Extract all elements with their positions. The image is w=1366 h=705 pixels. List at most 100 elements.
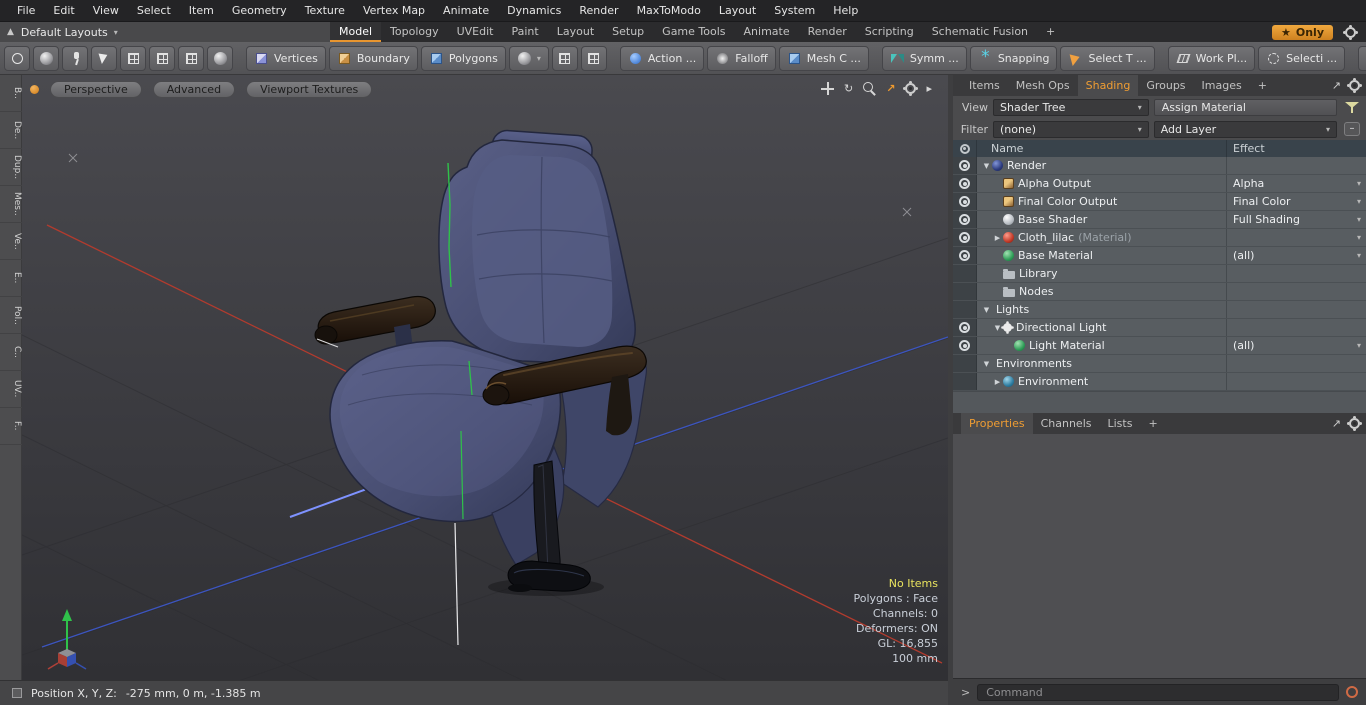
menu-layout[interactable]: Layout [710,0,765,22]
vstrip-tab-6[interactable]: E.. [0,260,22,297]
viewport-gear-icon[interactable] [905,83,917,94]
default-layouts-dropdown[interactable]: Default Layouts ▾ [21,26,118,39]
tab-add-properties[interactable]: + [1140,413,1165,434]
effect-dropdown-icon[interactable]: ▾ [1357,341,1361,350]
tab-properties[interactable]: Properties [961,413,1033,434]
tab-images[interactable]: Images [1194,75,1250,96]
eye-icon[interactable] [959,232,970,243]
pin-tool-button[interactable] [62,45,88,71]
gear-icon[interactable] [1345,26,1356,38]
assign-material-button[interactable]: Assign Material [1153,98,1337,116]
eye-icon[interactable] [959,250,970,261]
expand-arrow-icon[interactable]: ▼ [992,324,1003,332]
menu-edit[interactable]: Edit [44,0,83,22]
tree-row-base-material[interactable]: Base Material (all) ▾ [953,247,1366,265]
effect-dropdown-icon[interactable]: ▾ [1357,233,1361,242]
effect-dropdown-icon[interactable]: ▾ [1357,197,1361,206]
preset-view-button-1[interactable] [551,45,578,71]
eye-icon[interactable] [959,340,970,351]
command-input[interactable] [977,683,1339,701]
ellipse-tool-button[interactable] [4,45,30,71]
falloff-button[interactable]: Falloff [707,45,776,71]
tree-row-light-material[interactable]: Light Material (all) ▾ [953,337,1366,355]
action-center-button[interactable]: Action ... [619,45,705,71]
menu-maxtomodo[interactable]: MaxToModo [628,0,710,22]
pan-icon[interactable] [821,82,835,95]
vstrip-tab-3[interactable]: Dup.. [0,149,22,186]
menu-vertex-map[interactable]: Vertex Map [354,0,434,22]
tab-items[interactable]: Items [961,75,1008,96]
menu-geometry[interactable]: Geometry [223,0,296,22]
layout-up-icon[interactable]: ▲ [7,27,14,37]
tab-lists[interactable]: Lists [1100,413,1141,434]
symmetry-button[interactable]: Symm ... [881,45,967,71]
boundary-mode-button[interactable]: Boundary [328,45,418,71]
tab-scripting[interactable]: Scripting [856,22,923,42]
menu-help[interactable]: Help [824,0,867,22]
visibility-toggle[interactable] [953,157,977,174]
tree-row-lights[interactable]: ▼ Lights [953,301,1366,319]
maximize-icon[interactable]: ↗ [886,82,895,95]
tree-row-render[interactable]: ▼ Render [953,157,1366,175]
menu-animate[interactable]: Animate [434,0,498,22]
work-plane-button[interactable]: Work Pl... [1167,45,1256,71]
viewport-textures-button[interactable]: Viewport Textures [246,81,373,98]
preset-view-button-2[interactable] [580,45,607,71]
tab-game-tools[interactable]: Game Tools [653,22,734,42]
polygons-mode-button[interactable]: Polygons [420,45,506,71]
panel-gear-icon[interactable] [1349,418,1360,429]
tab-render[interactable]: Render [799,22,856,42]
tab-uvedit[interactable]: UVEdit [448,22,503,42]
tree-row-nodes[interactable]: Nodes [953,283,1366,301]
select-through-button[interactable]: Select T ... [1060,45,1155,71]
add-layer-dropdown[interactable]: Add Layer ▾ [1153,120,1337,138]
visibility-toggle[interactable] [953,193,977,210]
tree-row-alpha-output[interactable]: Alpha Output Alpha ▾ [953,175,1366,193]
visibility-toggle[interactable] [953,229,977,246]
tab-setup[interactable]: Setup [603,22,653,42]
vstrip-tab-1[interactable]: B.. [0,75,22,112]
expand-arrow-icon[interactable]: ▼ [981,162,992,170]
rotate-icon[interactable]: ↻ [844,82,853,95]
panel-gear-icon[interactable] [1349,80,1360,91]
grid-tool-button-1[interactable] [120,45,146,71]
vstrip-tab-5[interactable]: Ve.. [0,223,22,260]
kits-button[interactable]: Kits [1358,45,1366,71]
visibility-toggle[interactable] [953,175,977,192]
tree-row-final-color-output[interactable]: Final Color Output Final Color ▾ [953,193,1366,211]
eye-icon[interactable] [959,214,970,225]
expand-arrow-icon[interactable]: ▶ [992,378,1003,386]
menu-render[interactable]: Render [570,0,627,22]
menu-texture[interactable]: Texture [296,0,354,22]
tab-channels[interactable]: Channels [1033,413,1100,434]
view-dropdown[interactable]: Shader Tree ▾ [993,98,1149,116]
vstrip-tab-10[interactable]: F.. [0,408,22,445]
snapping-button[interactable]: * Snapping [969,45,1058,71]
effect-dropdown-icon[interactable]: ▾ [1357,179,1361,188]
visibility-toggle[interactable] [953,247,977,264]
tree-row-library[interactable]: Library [953,265,1366,283]
name-column-header[interactable]: Name [977,140,1226,157]
item-mode-dropdown[interactable]: ▾ [508,45,549,71]
effect-dropdown-icon[interactable]: ▾ [1357,251,1361,260]
eye-icon[interactable] [959,322,970,333]
tab-add[interactable]: + [1037,22,1064,42]
tab-shading[interactable]: Shading [1077,75,1139,96]
tab-model[interactable]: Model [330,22,382,42]
effect-column-header[interactable]: Effect [1226,140,1366,157]
command-history-icon[interactable] [1346,686,1358,698]
visibility-toggle[interactable] [953,337,977,354]
tree-row-environment[interactable]: ▶ Environment [953,373,1366,391]
expand-arrow-icon[interactable]: ▼ [981,306,992,314]
menu-dynamics[interactable]: Dynamics [498,0,570,22]
tab-layout[interactable]: Layout [548,22,603,42]
mesh-constraints-button[interactable]: Mesh C ... [778,45,869,71]
viewport-menu-arrow-icon[interactable]: ▸ [926,82,932,95]
cursor-tool-button[interactable] [91,45,117,71]
tab-mesh-ops[interactable]: Mesh Ops [1008,75,1078,96]
expand-arrow-icon[interactable]: ▼ [981,360,992,368]
tab-add-panel[interactable]: + [1250,75,1275,96]
menu-select[interactable]: Select [128,0,180,22]
vstrip-tab-4[interactable]: Mes.. [0,186,22,223]
tree-row-cloth-lilac[interactable]: ▶ Cloth_lilac (Material) ▾ [953,229,1366,247]
